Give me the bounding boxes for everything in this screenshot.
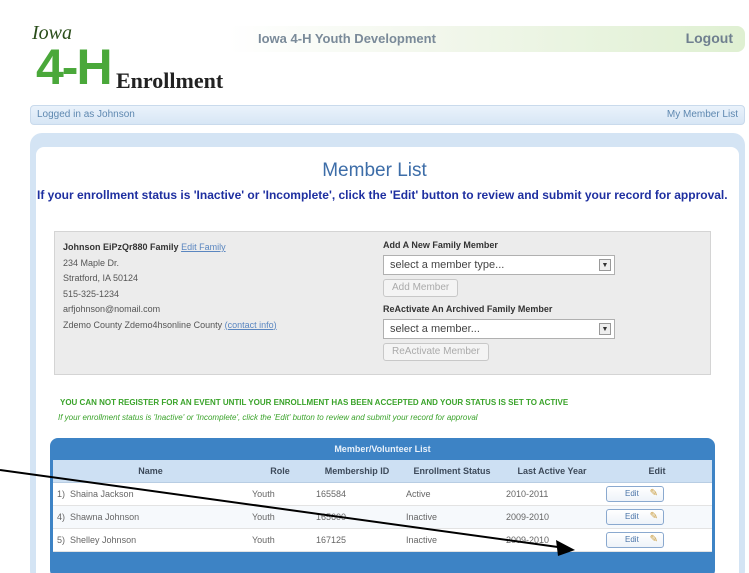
family-phone: 515-325-1234 <box>63 288 120 299</box>
last-active-year: 2010-2011 <box>502 482 602 506</box>
member-type-select[interactable]: select a member type... ▼ <box>383 255 615 275</box>
family-county: Zdemo County Zdemo4hsonline County <box>63 319 223 330</box>
my-member-list-link[interactable]: My Member List <box>667 109 738 120</box>
edit-button-label: Edit <box>625 534 639 544</box>
col-role: Role <box>248 460 312 483</box>
pencil-icon: ✎ <box>649 533 658 545</box>
registration-warning: YOU CAN NOT REGISTER FOR AN EVENT UNTIL … <box>60 398 569 407</box>
add-member-button[interactable]: Add Member <box>383 279 459 297</box>
reactivate-member-button[interactable]: ReActivate Member <box>383 343 489 361</box>
table-row: 5) Shelley Johnson Youth 167125 Inactive… <box>53 528 712 552</box>
edit-button[interactable]: Edit ✎ <box>606 531 664 548</box>
logged-in-text: Logged in as Johnson <box>37 109 135 120</box>
dropdown-arrow-icon: ▼ <box>599 259 611 271</box>
app-title: Iowa 4-H Youth Development <box>258 31 436 46</box>
enrollment-status: Inactive <box>402 505 502 529</box>
col-name: Name <box>53 460 248 483</box>
dropdown-arrow-icon: ▼ <box>599 323 611 335</box>
family-info: Johnson EiPzQr880 Family Edit Family 234… <box>63 240 277 333</box>
pencil-icon: ✎ <box>649 510 658 522</box>
col-last-active-year: Last Active Year <box>502 460 602 483</box>
edit-button[interactable]: Edit ✎ <box>606 508 664 525</box>
member-list-table-container: Member/Volunteer List Name Role Membersh… <box>50 438 715 573</box>
membership-id: 167125 <box>312 528 402 552</box>
last-active-year: 2009-2010 <box>502 505 602 529</box>
member-name: Shelley Johnson <box>70 534 137 545</box>
contact-info-link[interactable]: (contact info) <box>225 320 277 330</box>
reactivate-label: ReActivate An Archived Family Member <box>383 304 553 314</box>
edit-family-link[interactable]: Edit Family <box>181 242 226 252</box>
table-header-row: Name Role Membership ID Enrollment Statu… <box>53 460 712 483</box>
family-address1: 234 Maple Dr. <box>63 257 120 268</box>
enrollment-status: Inactive <box>402 528 502 552</box>
membership-id: 165584 <box>312 482 402 506</box>
enrollment-hint: If your enrollment status is 'Inactive' … <box>58 413 478 422</box>
member-name-cell: 4) Shawna Johnson <box>53 505 248 529</box>
logo-text: Enrollment <box>116 68 224 93</box>
family-box: Johnson EiPzQr880 Family Edit Family 234… <box>54 231 711 375</box>
row-number: 1) <box>57 488 66 499</box>
family-actions: Add A New Family Member select a member … <box>383 240 683 361</box>
page-title: Member List <box>322 160 427 181</box>
archived-member-select-value: select a member... <box>390 323 480 335</box>
top-banner: Iowa 4-H Youth Development Logout <box>228 26 745 52</box>
edit-cell: Edit ✎ <box>602 505 712 529</box>
family-email: arfjohnson@nomail.com <box>63 304 161 314</box>
member-name-cell: 1) Shaina Jackson <box>53 482 248 506</box>
row-number: 5) <box>57 534 66 545</box>
row-number: 4) <box>57 511 66 522</box>
member-role: Youth <box>248 482 312 506</box>
member-name: Shaina Jackson <box>70 488 134 499</box>
edit-button-label: Edit <box>625 488 639 498</box>
edit-button-label: Edit <box>625 511 639 521</box>
instruction-text: If your enrollment status is 'Inactive' … <box>37 188 728 202</box>
member-role: Youth <box>248 505 312 529</box>
member-name-cell: 5) Shelley Johnson <box>53 528 248 552</box>
logout-link[interactable]: Logout <box>686 30 733 46</box>
table-caption: Member/Volunteer List <box>334 444 431 454</box>
member-type-select-value: select a member type... <box>390 259 505 271</box>
membership-id: 165600 <box>312 505 402 529</box>
family-address2: Stratford, IA 50124 <box>63 273 139 283</box>
member-name: Shawna Johnson <box>70 511 140 522</box>
edit-cell: Edit ✎ <box>602 528 712 552</box>
table-row: 1) Shaina Jackson Youth 165584 Active 20… <box>53 482 712 506</box>
edit-cell: Edit ✎ <box>602 482 712 506</box>
archived-member-select[interactable]: select a member... ▼ <box>383 319 615 339</box>
col-membership-id: Membership ID <box>312 460 402 483</box>
table-row: 4) Shawna Johnson Youth 165600 Inactive … <box>53 505 712 529</box>
last-active-year: 2009-2010 <box>502 528 602 552</box>
pencil-icon: ✎ <box>649 487 658 499</box>
family-name: Johnson EiPzQr880 Family <box>63 242 179 252</box>
iowa-4h-enrollment-logo: Iowa 4-H Enrollment <box>30 22 230 95</box>
add-member-label: Add A New Family Member <box>383 240 498 250</box>
col-enrollment-status: Enrollment Status <box>402 460 502 483</box>
logo-mark: 4-H <box>36 39 113 95</box>
status-bar: Logged in as Johnson My Member List <box>30 105 745 125</box>
enrollment-status: Active <box>402 482 502 506</box>
member-list-table: Name Role Membership ID Enrollment Statu… <box>53 460 712 552</box>
col-edit: Edit <box>602 460 712 483</box>
member-role: Youth <box>248 528 312 552</box>
edit-button[interactable]: Edit ✎ <box>606 485 664 502</box>
